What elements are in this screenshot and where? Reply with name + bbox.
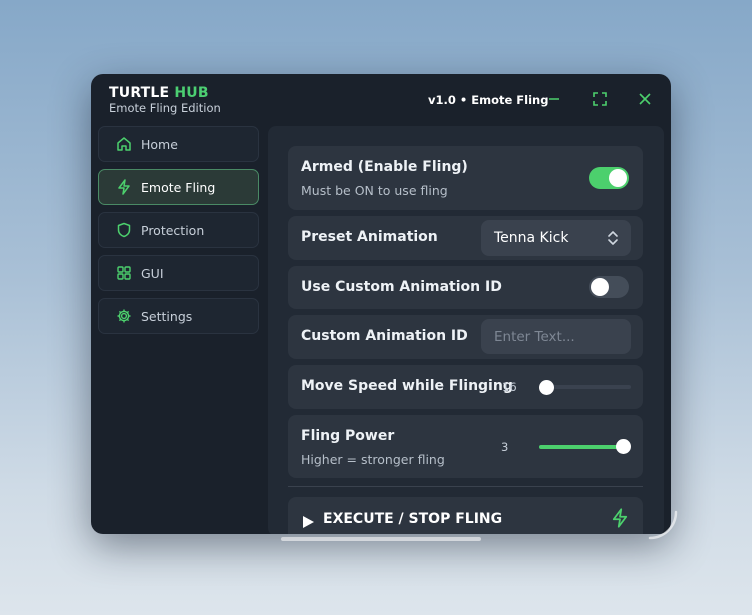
custom-id-input[interactable]: [481, 319, 631, 354]
use-custom-id-toggle[interactable]: [589, 276, 629, 298]
sidebar-item-label: Emote Fling: [141, 179, 216, 195]
preset-animation-value: Tenna Kick: [494, 230, 569, 246]
preset-animation-row: Preset Animation Tenna Kick: [288, 216, 643, 260]
minus-icon: [549, 98, 559, 100]
sidebar-item-label: Home: [141, 136, 178, 152]
maximize-icon: [593, 92, 607, 106]
sidebar-item-gui[interactable]: GUI: [98, 255, 259, 291]
grid-icon: [115, 264, 133, 282]
minimize-button[interactable]: [545, 90, 563, 108]
close-icon: [639, 93, 651, 105]
version-label: v1.0 • Emote Fling: [428, 93, 549, 107]
fling-power-fill: [539, 445, 624, 449]
armed-label: Armed (Enable Fling): [301, 159, 468, 175]
sidebar-item-settings[interactable]: Settings: [98, 298, 259, 334]
fling-power-row: Fling Power Higher = stronger fling 3: [288, 415, 643, 478]
preset-animation-label: Preset Animation: [301, 229, 438, 245]
move-speed-thumb[interactable]: [539, 380, 554, 395]
custom-id-label: Custom Animation ID: [301, 328, 468, 344]
move-speed-label: Move Speed while Flinging: [301, 378, 513, 394]
gear-icon: [115, 307, 133, 325]
main-panel: Armed (Enable Fling) Must be ON to use f…: [268, 126, 664, 534]
sidebar-item-emote-fling[interactable]: Emote Fling: [98, 169, 259, 205]
app-window: TURTLE HUB Emote Fling Edition v1.0 • Em…: [91, 74, 671, 534]
armed-row: Armed (Enable Fling) Must be ON to use f…: [288, 146, 643, 210]
app-title: TURTLE HUB: [109, 85, 209, 101]
maximize-button[interactable]: [591, 90, 609, 108]
fling-power-label: Fling Power: [301, 428, 395, 444]
fling-power-description: Higher = stronger fling: [301, 452, 445, 467]
play-icon: [302, 514, 315, 533]
close-button[interactable]: [636, 90, 654, 108]
use-custom-id-label: Use Custom Animation ID: [301, 279, 502, 295]
toggle-knob: [591, 278, 609, 296]
fling-power-value: 3: [501, 440, 509, 454]
move-speed-value: 16: [502, 380, 517, 394]
armed-description: Must be ON to use fling: [301, 183, 448, 198]
armed-toggle[interactable]: [589, 167, 629, 189]
chevron-up-down-icon: [607, 230, 619, 250]
app-subtitle: Emote Fling Edition: [109, 101, 221, 115]
shield-icon: [115, 221, 133, 239]
lightning-icon: [610, 508, 630, 532]
move-speed-row: Move Speed while Flinging 16: [288, 365, 643, 409]
sidebar-item-label: Settings: [141, 308, 193, 324]
custom-id-row: Custom Animation ID: [288, 315, 643, 359]
use-custom-id-row: Use Custom Animation ID: [288, 266, 643, 309]
sidebar-item-protection[interactable]: Protection: [98, 212, 259, 248]
execute-button-label: EXECUTE / STOP FLING: [323, 511, 503, 527]
horizontal-scrollbar[interactable]: [281, 537, 481, 541]
lightning-icon: [115, 178, 133, 196]
sidebar-item-home[interactable]: Home: [98, 126, 259, 162]
sidebar-item-label: GUI: [141, 265, 164, 281]
toggle-knob: [609, 169, 627, 187]
preset-animation-dropdown[interactable]: Tenna Kick: [481, 220, 631, 256]
home-icon: [115, 135, 133, 153]
fling-power-thumb[interactable]: [616, 439, 631, 454]
divider: [288, 486, 643, 487]
resize-handle[interactable]: [648, 510, 678, 540]
execute-button[interactable]: EXECUTE / STOP FLING: [288, 497, 643, 534]
sidebar-item-label: Protection: [141, 222, 205, 238]
